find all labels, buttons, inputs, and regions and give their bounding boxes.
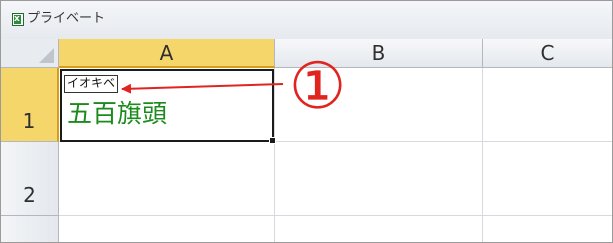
- annotation-callout-number: ①: [288, 50, 347, 124]
